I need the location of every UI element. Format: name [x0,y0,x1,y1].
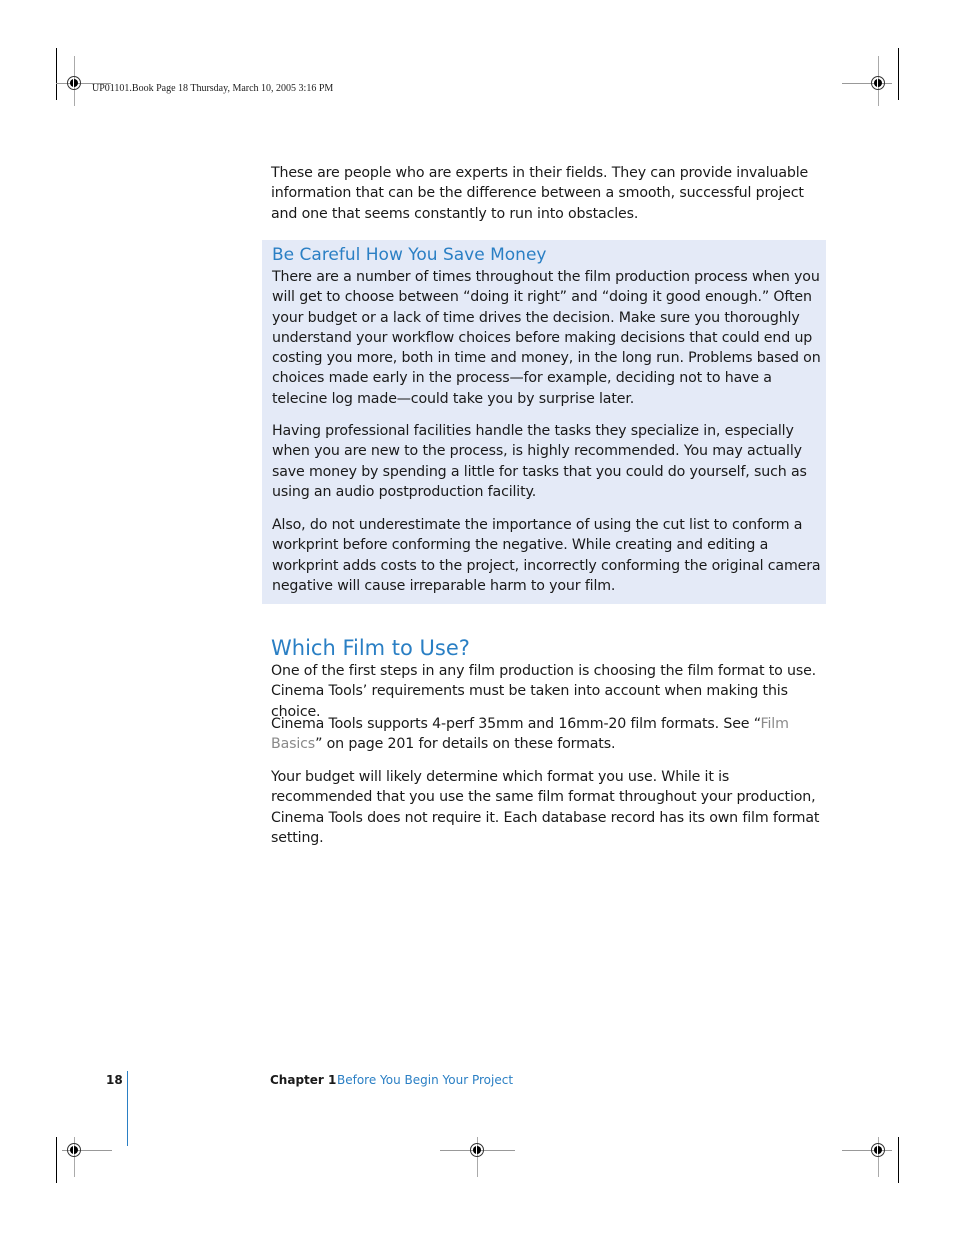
crop-mark [56,48,57,100]
page-number: 18 [106,1073,123,1087]
section-paragraph: Cinema Tools supports 4-perf 35mm and 16… [271,714,821,755]
text: Cinema Tools supports 4-perf 35mm and 16… [271,716,761,732]
sidebar-callout: Be Careful How You Save Money There are … [262,240,826,604]
section-paragraph: One of the first steps in any film produ… [271,663,817,720]
section-paragraph: Your budget will likely determine which … [271,769,820,846]
registration-mark-icon [871,1143,885,1157]
chapter-label: Chapter 1 [270,1073,337,1087]
registration-mark-icon [67,1143,81,1157]
intro-paragraph: These are people who are experts in thei… [271,165,809,222]
crop-mark [898,48,899,100]
sidebar-paragraph: Having professional facilities handle th… [272,423,807,500]
registration-mark-icon [67,76,81,90]
sidebar-heading: Be Careful How You Save Money [272,245,547,265]
crop-mark [898,1137,899,1183]
chapter-title: Before You Begin Your Project [337,1073,514,1087]
crop-mark [56,1137,57,1183]
sidebar-paragraph: There are a number of times throughout t… [272,269,821,407]
registration-mark-icon [871,76,885,90]
footer-rule [127,1071,128,1146]
sidebar-paragraph: Also, do not underestimate the importanc… [272,517,821,594]
section-heading: Which Film to Use? [271,636,470,660]
text: ” on page 201 for details on these forma… [315,736,616,753]
registration-mark-icon [470,1143,484,1157]
print-slug: UP01101.Book Page 18 Thursday, March 10,… [92,83,334,94]
